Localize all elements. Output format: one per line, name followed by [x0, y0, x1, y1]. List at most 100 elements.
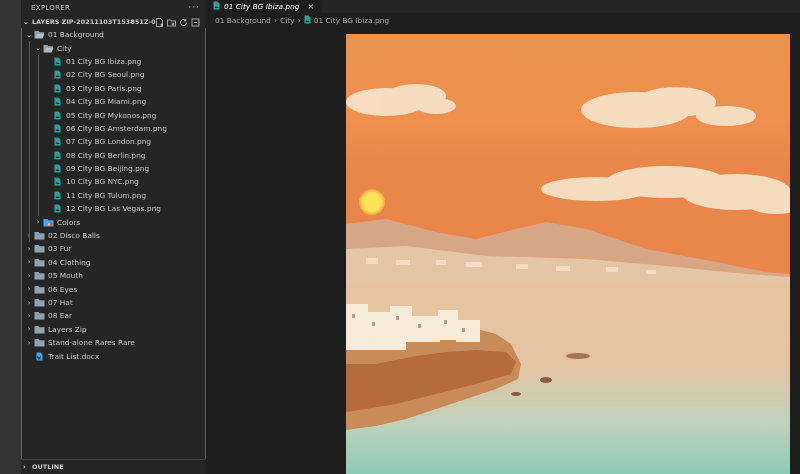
file-item-06-city-bg-amsterdam-png[interactable]: 06 City BG Amsterdam.png: [22, 122, 205, 135]
new-folder-icon[interactable]: [167, 18, 176, 27]
image-file-icon: [52, 57, 63, 66]
tab-ibiza-image[interactable]: 01 City BG Ibiza.png ×: [206, 0, 323, 13]
tree-item-label: 10 City BG NYC.png: [66, 177, 139, 187]
tree-item-label: 01 City BG Ibiza.png: [66, 56, 142, 66]
file-item-12-city-bg-las-vegas-png[interactable]: 12 City BG Las Vegas.png: [22, 202, 205, 215]
image-file-icon: [52, 84, 63, 93]
tree-item-label: 02 City BG Seoul.png: [66, 70, 145, 80]
image-file-icon: [52, 97, 63, 106]
file-item-08-city-bg-berlin-png[interactable]: 08 City BG Berlin.png: [22, 149, 205, 162]
chevron-right-icon: ›: [27, 258, 31, 267]
indent-guide: [38, 55, 39, 216]
refresh-icon[interactable]: [179, 18, 188, 27]
breadcrumb-item[interactable]: 01 Background: [215, 16, 271, 25]
image-file-icon: [52, 70, 63, 79]
colors-folder-icon: [43, 218, 54, 227]
folder-item-02-disco-balls[interactable]: ›02 Disco Balls: [22, 229, 205, 242]
tree-item-label: 05 City BG Mykonos.png: [66, 110, 157, 120]
image-file-icon: [213, 1, 220, 12]
workspace-section-header[interactable]: ⌄ LAYERS ZIP-20211103T153851Z-001: [21, 16, 206, 28]
outline-title: OUTLINE: [32, 463, 64, 471]
chevron-down-icon: ⌄: [35, 44, 41, 53]
collapse-all-icon[interactable]: [191, 18, 200, 27]
file-item-09-city-bg-beijing-png[interactable]: 09 City BG Beijing.png: [22, 162, 205, 175]
folder-item-colors[interactable]: › Colors: [22, 215, 205, 228]
tree-item-label: 12 City BG Las Vegas.png: [66, 204, 161, 214]
tree-item-label: Stand-alone Rares Rare: [48, 338, 135, 348]
folder-item-01-background[interactable]: ⌄ 01 Background: [22, 28, 205, 41]
image-file-icon: [304, 15, 311, 26]
word-document-icon: [34, 352, 45, 361]
more-actions-icon[interactable]: ···: [188, 3, 200, 13]
chevron-right-icon: ›: [36, 218, 40, 227]
folder-item-04-clothing[interactable]: › 04 Clothing: [22, 256, 205, 269]
chevron-right-icon: ›: [27, 311, 31, 320]
folder-icon: [34, 285, 45, 294]
file-item-03-city-bg-paris-png[interactable]: 03 City BG Paris.png: [22, 82, 205, 95]
image-file-icon: [52, 111, 63, 120]
breadcrumb-item[interactable]: 01 City BG Ibiza.png: [314, 16, 389, 25]
indent-guide: [29, 41, 30, 242]
chevron-down-icon: ⌄: [26, 30, 32, 39]
folder-icon: [34, 244, 45, 253]
file-item-07-city-bg-london-png[interactable]: 07 City BG London.png: [22, 135, 205, 148]
file-item-05-city-bg-mykonos-png[interactable]: 05 City BG Mykonos.png: [22, 108, 205, 121]
chevron-right-icon: ›: [27, 298, 31, 307]
tree-item-label: 11 City BG Tulum.png: [66, 190, 147, 200]
folder-item-layers-zip[interactable]: › Layers Zip: [22, 323, 205, 336]
image-file-icon: [52, 164, 63, 173]
folder-open-icon: [34, 30, 45, 39]
file-item-02-city-bg-seoul-png[interactable]: 02 City BG Seoul.png: [22, 68, 205, 81]
folder-icon: [34, 271, 45, 280]
chevron-right-icon: ›: [297, 16, 301, 25]
folder-icon: [34, 311, 45, 320]
chevron-right-icon: ›: [27, 285, 31, 294]
file-item-10-city-bg-nyc-png[interactable]: 10 City BG NYC.png: [22, 175, 205, 188]
explorer-title: EXPLORER: [31, 4, 71, 12]
tree-item-label: 05 Mouth: [48, 271, 83, 281]
tree-item-label: 06 Eyes: [48, 284, 78, 294]
file-item-04-city-bg-miami-png[interactable]: 04 City BG Miami.png: [22, 95, 205, 108]
file-tree: ⌄ 01 Background ⌄ City 01 City BG Ibiza.png 0…: [21, 28, 206, 460]
tree-item-label: 02 Disco Balls: [48, 231, 100, 241]
chevron-right-icon: ›: [273, 16, 278, 25]
tree-item-label: 08 City BG Berlin.png: [66, 150, 146, 160]
folder-item-city[interactable]: ⌄ City: [22, 41, 205, 54]
workspace-title: LAYERS ZIP-20211103T153851Z-001: [32, 18, 155, 26]
new-file-icon[interactable]: [155, 17, 164, 27]
image-file-icon: [52, 151, 63, 160]
file-item-trait-list-docx[interactable]: Trait List.docx: [22, 349, 205, 362]
activity-bar: [0, 0, 21, 474]
breadcrumb-item[interactable]: City: [280, 16, 295, 25]
folder-item-05-mouth[interactable]: › 05 Mouth: [22, 269, 205, 282]
folder-icon: [34, 298, 45, 307]
image-file-icon: [52, 124, 63, 133]
folder-item-08-ear[interactable]: › 08 Ear: [22, 309, 205, 322]
folder-item-03-fur[interactable]: › 03 Fur: [22, 242, 205, 255]
chevron-right-icon: ›: [27, 338, 31, 347]
explorer-sidebar: EXPLORER ··· ⌄ LAYERS ZIP-20211103T15385…: [21, 0, 206, 474]
tree-item-label: 03 City BG Paris.png: [66, 83, 142, 93]
tree-item-label: 09 City BG Beijing.png: [66, 164, 150, 174]
tree-item-label: Layers Zip: [48, 324, 87, 334]
outline-section-header[interactable]: › OUTLINE: [21, 459, 206, 474]
chevron-right-icon: ›: [27, 325, 31, 334]
image-file-icon: [52, 191, 63, 200]
folder-item-07-hat[interactable]: › 07 Hat: [22, 296, 205, 309]
tree-item-label: 04 Clothing: [48, 257, 91, 267]
tree-item-label: City: [57, 43, 72, 53]
image-file-icon: [52, 137, 63, 146]
file-item-01-city-bg-ibiza-png[interactable]: 01 City BG Ibiza.png: [22, 55, 205, 68]
folder-icon: [34, 258, 45, 267]
tree-item-label: 01 Background: [48, 30, 104, 40]
close-icon[interactable]: ×: [307, 2, 314, 11]
chevron-right-icon: ›: [23, 463, 26, 471]
tab-label: 01 City BG Ibiza.png: [224, 2, 300, 11]
folder-item-stand-alone-rares-rare[interactable]: › Stand-alone Rares Rare: [22, 336, 205, 349]
tree-item-label: 06 City BG Amsterdam.png: [66, 123, 167, 133]
file-item-11-city-bg-tulum-png[interactable]: 11 City BG Tulum.png: [22, 189, 205, 202]
explorer-header: EXPLORER ···: [21, 0, 206, 16]
folder-item-06-eyes[interactable]: › 06 Eyes: [22, 282, 205, 295]
explorer-actions: [155, 17, 206, 27]
folder-icon: [34, 325, 45, 334]
